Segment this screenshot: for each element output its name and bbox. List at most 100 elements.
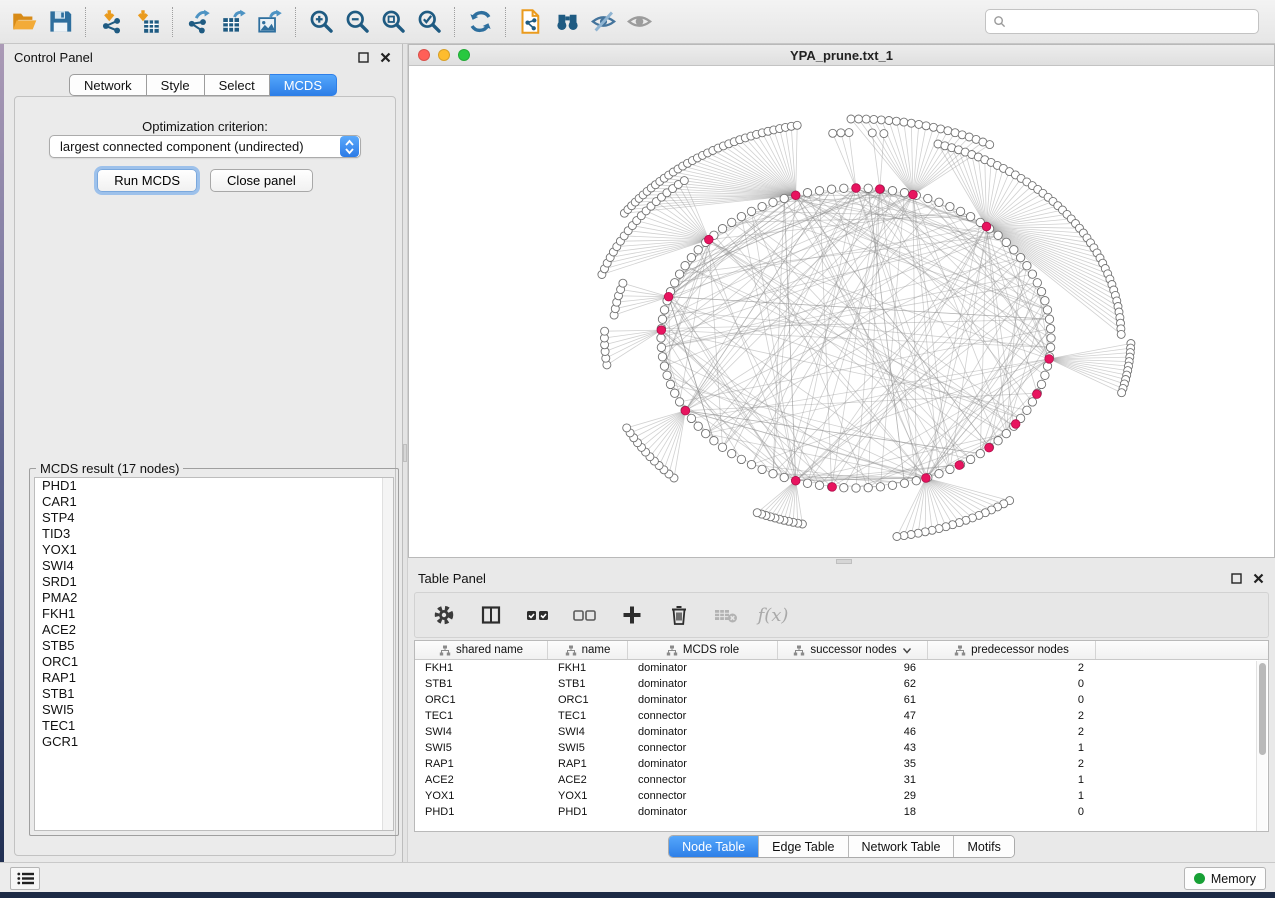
tab-node-table[interactable]: Node Table bbox=[669, 836, 758, 857]
zoom-in-button[interactable] bbox=[303, 4, 339, 40]
delete-table-button[interactable] bbox=[711, 600, 741, 630]
zoom-selected-button[interactable] bbox=[411, 4, 447, 40]
add-column-button[interactable] bbox=[617, 600, 647, 630]
mcds-result-item[interactable]: PHD1 bbox=[35, 478, 393, 494]
control-tab-network[interactable]: Network bbox=[69, 74, 147, 96]
vertical-splitter-handle[interactable] bbox=[403, 444, 407, 462]
search-field[interactable] bbox=[985, 9, 1259, 34]
mcds-result-item[interactable]: ORC1 bbox=[35, 654, 393, 670]
close-panel-icon[interactable] bbox=[1252, 572, 1265, 585]
cell: TEC1 bbox=[548, 708, 628, 724]
export-network-button[interactable] bbox=[180, 4, 216, 40]
mcds-result-item[interactable]: YOX1 bbox=[35, 542, 393, 558]
table-row[interactable]: FKH1FKH1dominator962 bbox=[415, 660, 1268, 676]
float-panel-icon[interactable] bbox=[1230, 572, 1243, 585]
open-file-button[interactable] bbox=[6, 4, 42, 40]
first-neighbors-button[interactable] bbox=[549, 4, 585, 40]
table-scrollbar[interactable] bbox=[1256, 661, 1267, 831]
mcds-result-title: MCDS result (17 nodes) bbox=[36, 461, 183, 476]
save-session-button[interactable] bbox=[42, 4, 78, 40]
cell: dominator bbox=[628, 692, 778, 708]
cell: 35 bbox=[778, 756, 928, 772]
search-input[interactable] bbox=[1011, 12, 1258, 32]
new-network-from-selection-button[interactable] bbox=[513, 4, 549, 40]
table-row[interactable]: SWI5SWI5connector431 bbox=[415, 740, 1268, 756]
import-network-button[interactable] bbox=[93, 4, 129, 40]
control-tab-style[interactable]: Style bbox=[147, 74, 205, 96]
horizontal-splitter[interactable] bbox=[408, 558, 1275, 565]
network-window-titlebar[interactable]: YPA_prune.txt_1 bbox=[409, 45, 1274, 66]
mcds-result-item[interactable]: RAP1 bbox=[35, 670, 393, 686]
cell: 29 bbox=[778, 788, 928, 804]
export-table-button[interactable] bbox=[216, 4, 252, 40]
function-builder-button[interactable]: f(x) bbox=[758, 600, 788, 630]
zoom-fit-icon bbox=[380, 8, 407, 35]
table-row[interactable]: PHD1PHD1dominator180 bbox=[415, 804, 1268, 820]
column-type-icon bbox=[439, 645, 451, 656]
export-image-button[interactable] bbox=[252, 4, 288, 40]
column-view-button[interactable] bbox=[476, 600, 506, 630]
table-scrollbar-thumb[interactable] bbox=[1259, 663, 1266, 755]
task-history-button[interactable] bbox=[10, 867, 40, 890]
table-row[interactable]: ACE2ACE2connector311 bbox=[415, 772, 1268, 788]
hide-selected-button[interactable] bbox=[585, 4, 621, 40]
cell: SWI5 bbox=[415, 740, 548, 756]
show-all-button[interactable] bbox=[621, 4, 657, 40]
deselect-all-button[interactable] bbox=[570, 600, 600, 630]
mcds-result-item[interactable]: ACE2 bbox=[35, 622, 393, 638]
memory-button[interactable]: Memory bbox=[1184, 867, 1266, 890]
table-row[interactable]: ORC1ORC1dominator610 bbox=[415, 692, 1268, 708]
cell: 2 bbox=[928, 756, 1096, 772]
float-panel-icon[interactable] bbox=[357, 51, 370, 64]
mcds-result-item[interactable]: SWI5 bbox=[35, 702, 393, 718]
select-all-button[interactable] bbox=[523, 600, 553, 630]
horizontal-splitter-handle[interactable] bbox=[836, 559, 852, 564]
mcds-result-item[interactable]: FKH1 bbox=[35, 606, 393, 622]
close-panel-icon[interactable] bbox=[379, 51, 392, 64]
network-graph[interactable] bbox=[409, 66, 1274, 557]
mcds-result-item[interactable]: SRD1 bbox=[35, 574, 393, 590]
column-header-MCDS-role[interactable]: MCDS role bbox=[628, 641, 778, 659]
mcds-result-item[interactable]: CAR1 bbox=[35, 494, 393, 510]
cell: SWI4 bbox=[548, 724, 628, 740]
mcds-result-item[interactable]: STB5 bbox=[35, 638, 393, 654]
mcds-result-list[interactable]: PHD1CAR1STP4TID3YOX1SWI4SRD1PMA2FKH1ACE2… bbox=[34, 477, 394, 831]
refresh-view-button[interactable] bbox=[462, 4, 498, 40]
zoom-fit-button[interactable] bbox=[375, 4, 411, 40]
table-panel-tabs: Node TableEdge TableNetwork TableMotifs bbox=[408, 835, 1275, 858]
mcds-result-item[interactable]: TEC1 bbox=[35, 718, 393, 734]
mcds-result-item[interactable]: STB1 bbox=[35, 686, 393, 702]
criterion-select[interactable]: largest connected component (undirected) bbox=[49, 135, 361, 158]
cell: YOX1 bbox=[548, 788, 628, 804]
run-mcds-button[interactable]: Run MCDS bbox=[97, 169, 197, 192]
import-table-button[interactable] bbox=[129, 4, 165, 40]
table-row[interactable]: RAP1RAP1dominator352 bbox=[415, 756, 1268, 772]
table-row[interactable]: TEC1TEC1connector472 bbox=[415, 708, 1268, 724]
column-header-successor-nodes[interactable]: successor nodes bbox=[778, 641, 928, 659]
mcds-result-item[interactable]: TID3 bbox=[35, 526, 393, 542]
cell: TEC1 bbox=[415, 708, 548, 724]
delete-column-button[interactable] bbox=[664, 600, 694, 630]
close-panel-button[interactable]: Close panel bbox=[210, 169, 313, 192]
tab-edge-table[interactable]: Edge Table bbox=[758, 836, 847, 857]
cell: connector bbox=[628, 772, 778, 788]
table-row[interactable]: YOX1YOX1connector291 bbox=[415, 788, 1268, 804]
mcds-result-item[interactable]: SWI4 bbox=[35, 558, 393, 574]
column-header-name[interactable]: name bbox=[548, 641, 628, 659]
tab-network-table[interactable]: Network Table bbox=[848, 836, 954, 857]
column-header-predecessor-nodes[interactable]: predecessor nodes bbox=[928, 641, 1096, 659]
control-tab-select[interactable]: Select bbox=[205, 74, 270, 96]
mcds-list-scrollbar[interactable] bbox=[382, 478, 393, 830]
control-tab-mcds[interactable]: MCDS bbox=[270, 74, 337, 96]
table-options-button[interactable] bbox=[429, 600, 459, 630]
tab-motifs[interactable]: Motifs bbox=[953, 836, 1013, 857]
mcds-result-item[interactable]: STP4 bbox=[35, 510, 393, 526]
table-row[interactable]: STB1STB1dominator620 bbox=[415, 676, 1268, 692]
mcds-result-item[interactable]: PMA2 bbox=[35, 590, 393, 606]
table-row[interactable]: SWI4SWI4dominator462 bbox=[415, 724, 1268, 740]
cell: 46 bbox=[778, 724, 928, 740]
mcds-result-item[interactable]: GCR1 bbox=[35, 734, 393, 750]
column-header-shared-name[interactable]: shared name bbox=[415, 641, 548, 659]
zoom-out-button[interactable] bbox=[339, 4, 375, 40]
column-view-icon bbox=[479, 603, 503, 627]
